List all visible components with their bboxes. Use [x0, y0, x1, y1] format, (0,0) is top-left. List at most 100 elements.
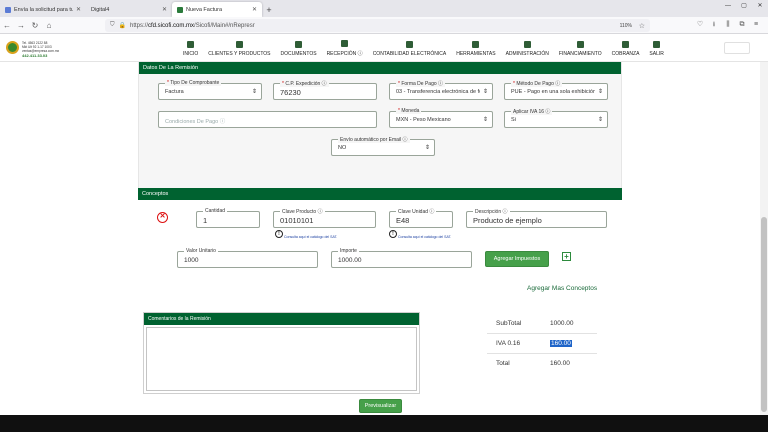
menu-item-cobranza[interactable]: COBRANZA — [607, 38, 645, 59]
zoom-level[interactable]: 110% — [620, 23, 632, 29]
iva-value[interactable]: 160.00 — [550, 340, 572, 347]
clave-producto-field[interactable]: Clave Producto ⓘ 01010101 — [273, 208, 376, 228]
browser-tab-nueva-factura[interactable]: Nueva Factura ✕ — [172, 2, 262, 17]
cantidad-label: Cantidad — [203, 208, 228, 214]
cantidad-field[interactable]: Cantidad 1 — [196, 208, 260, 228]
minimize-icon[interactable]: — — [720, 0, 736, 12]
library-icon[interactable]: ⫼ — [724, 19, 732, 31]
condiciones-pago-placeholder: Condiciones De Pago ⓘ — [165, 119, 226, 125]
previsualizar-button[interactable]: Previsualizar — [359, 399, 402, 413]
aplicar-iva-select[interactable]: Aplicar IVA 16 ⓘ Si ⇕ — [504, 108, 608, 128]
tipo-comprobante-select[interactable]: * Tipo De Comprobante Factura ⇕ — [158, 80, 262, 100]
cp-expedicion-field[interactable]: * C.P. Expedición ⓘ 76230 — [273, 80, 377, 100]
forma-pago-label: Forma De Pago ⓘ — [401, 81, 444, 87]
close-icon[interactable]: ✕ — [252, 6, 257, 13]
clave-unidad-value: E48 — [396, 216, 410, 225]
total-row: Total 160.00 — [487, 354, 597, 374]
scrollbar-thumb[interactable] — [761, 217, 767, 412]
aplicar-iva-value: Si — [511, 117, 516, 123]
reload-icon[interactable]: ↻ — [28, 18, 42, 32]
add-tax-icon[interactable]: + — [562, 252, 571, 261]
delete-concept-icon[interactable]: ✕ — [157, 212, 168, 223]
menu-item-documentos[interactable]: DOCUMENTOS — [276, 38, 322, 59]
admin-icon — [523, 40, 531, 48]
download-icon[interactable]: ⭳ — [710, 19, 718, 31]
agregar-impuestos-button[interactable]: Agregar Impuestos — [485, 251, 549, 267]
menu-item-inicio[interactable]: INICIO — [178, 38, 203, 59]
menu-icon[interactable]: ≡ — [752, 19, 760, 31]
condiciones-pago-field[interactable]: Condiciones De Pago ⓘ — [158, 111, 377, 128]
close-icon[interactable]: ✕ — [162, 6, 167, 13]
iva-row: IVA 0.16 160.00 — [487, 334, 597, 354]
url-domain: cfd.sicofi.com.mx — [148, 22, 195, 29]
importe-label: Importe — [338, 248, 359, 254]
browser-tab-certificado[interactable]: Envía la solicitud para tu Certif... ✕ — [0, 2, 86, 17]
envio-email-select[interactable]: Envío automático por Email ⓘ NO ⇕ — [331, 136, 435, 156]
menu-item-contabilidad[interactable]: CONTABILIDAD ELECTRÓNICA — [368, 38, 452, 59]
app-top-nav: Tel. 4563 2122 88 Mkt Ult 92 1-17 1003 v… — [0, 35, 768, 62]
descripcion-field[interactable]: Descripción ⓘ Producto de ejemplo — [466, 208, 607, 228]
valor-unitario-value: 1000 — [184, 257, 199, 264]
descripcion-value: Producto de ejemplo — [473, 216, 542, 225]
moneda-value: MXN - Peso Mexicano — [396, 117, 451, 123]
bookmark-star-icon[interactable]: ☆ — [639, 22, 645, 30]
address-bar[interactable]: ⛉ 🔒 https://cfd.sicofi.com.mx/Sicofi/Mai… — [105, 19, 650, 32]
extension-icon[interactable]: ⧉ — [738, 19, 746, 31]
catalog-link-producto[interactable]: Consulta aquí el catálogo del SAT. — [284, 235, 337, 239]
clave-producto-label: Clave Producto ⓘ — [280, 208, 325, 215]
agregar-mas-conceptos-link[interactable]: Agregar Mas Conceptos — [527, 285, 597, 292]
catalog-info-icon[interactable]: ! — [389, 230, 397, 238]
menu-item-financiamiento[interactable]: FINANCIAMIENTO — [554, 38, 607, 59]
conceptos-header: Conceptos — [138, 188, 622, 200]
menu-item-herramientas[interactable]: HERRAMIENTAS — [451, 38, 500, 59]
metodo-pago-select[interactable]: * Método De Pago ⓘ PUE - Pago en una sol… — [504, 80, 608, 100]
home-icon[interactable]: ⌂ — [42, 18, 56, 32]
company-logo[interactable]: Tel. 4563 2122 88 Mkt Ult 92 1-17 1003 v… — [6, 39, 66, 59]
new-tab-button[interactable]: + — [262, 2, 276, 17]
clave-producto-value: 01010101 — [280, 216, 314, 225]
descripcion-label: Descripción ⓘ — [473, 208, 510, 215]
comentarios-textarea[interactable] — [146, 327, 417, 391]
select-arrow-icon: ⇕ — [251, 89, 257, 95]
window-controls: — ▢ ✕ — [720, 0, 768, 12]
select-arrow-icon: ⇕ — [482, 117, 488, 123]
menu-item-salir[interactable]: SALIR — [644, 38, 668, 59]
close-icon[interactable]: ✕ — [76, 6, 81, 13]
menu-item-clientes[interactable]: CLIENTES Y PRODUCTOS — [203, 38, 275, 59]
logo-phone: 442.411.33.03 — [22, 53, 48, 58]
pocket-icon[interactable]: ♡ — [696, 19, 704, 31]
forma-pago-value: 03 - Transferencia electrónica de fo — [396, 89, 480, 95]
catalog-link-unidad[interactable]: Consulta aquí el catálogo del SAT. — [398, 235, 451, 239]
close-window-icon[interactable]: ✕ — [752, 0, 768, 12]
back-icon[interactable]: ← — [0, 18, 14, 32]
valor-unitario-field[interactable]: Valor Unitario 1000 — [177, 248, 318, 268]
remision-panel: Datos De La Remisión * Tipo De Comproban… — [138, 61, 622, 195]
tipo-comprobante-label: Tipo De Comprobante — [170, 80, 220, 86]
totals-table: SubTotal 1000.00 IVA 0.16 160.00 Total 1… — [487, 314, 597, 374]
forma-pago-select[interactable]: * Forma De Pago ⓘ 03 - Transferencia ele… — [389, 80, 493, 100]
main-menu: INICIO CLIENTES Y PRODUCTOS DOCUMENTOS R… — [178, 38, 669, 59]
comentarios-panel: Comentarios de la Remisión — [143, 312, 420, 394]
clave-unidad-field[interactable]: Clave Unidad ⓘ E48 — [389, 208, 453, 228]
cp-expedicion-value: 76230 — [280, 88, 301, 97]
menu-item-administracion[interactable]: ADMINISTRACIÓN — [501, 38, 554, 59]
maximize-icon[interactable]: ▢ — [736, 0, 752, 12]
menu-item-recepcion[interactable]: RECEPCIÓN ⓘ — [322, 38, 368, 59]
moneda-label: Moneda — [401, 108, 420, 114]
tab-title: Nueva Factura — [186, 6, 223, 13]
toolbar-icons: ♡ ⭳ ⫼ ⧉ ≡ — [696, 19, 760, 31]
select-arrow-icon: ⇕ — [482, 89, 488, 95]
forward-icon[interactable]: → — [14, 18, 28, 32]
envio-email-value: NO — [338, 145, 347, 151]
importe-field[interactable]: Importe 1000.00 — [331, 248, 472, 268]
moneda-select[interactable]: * Moneda MXN - Peso Mexicano ⇕ — [389, 108, 493, 128]
catalog-info-icon[interactable]: ! — [275, 230, 283, 238]
browser-tab-digital4[interactable]: Digital4 ✕ — [86, 2, 172, 17]
subtotal-value: 1000.00 — [550, 320, 574, 327]
browser-tab-bar: Envía la solicitud para tu Certif... ✕ D… — [0, 0, 768, 17]
page-content: Tel. 4563 2122 88 Mkt Ult 92 1-17 1003 v… — [0, 35, 768, 415]
user-widget[interactable] — [724, 42, 750, 54]
metodo-pago-value: PUE - Pago en una sola exhibición — [511, 89, 595, 95]
select-arrow-icon: ⇕ — [597, 117, 603, 123]
page-scrollbar[interactable] — [760, 62, 768, 415]
